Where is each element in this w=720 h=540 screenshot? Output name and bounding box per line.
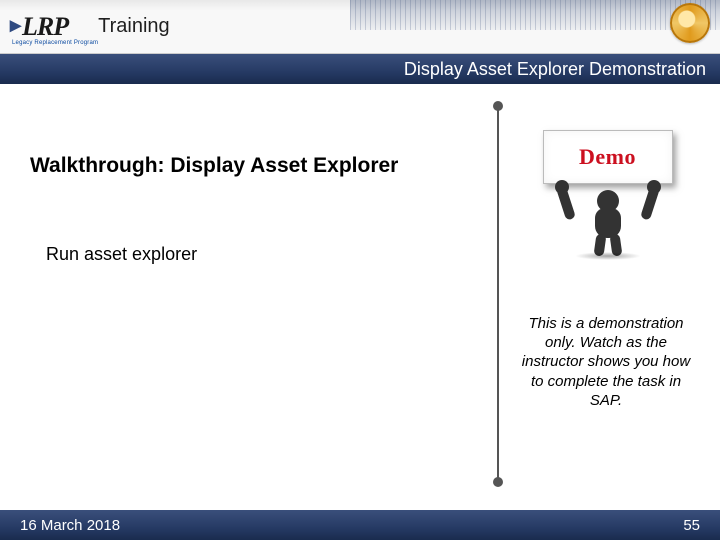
logo-text: LRP [22, 12, 68, 42]
vertical-divider [497, 106, 499, 482]
arrow-icon: ▸ [10, 12, 20, 38]
logo-mark: ▸ LRP [10, 12, 68, 42]
logo: ▸ LRP [0, 12, 68, 42]
walkthrough-heading: Walkthrough: Display Asset Explorer [30, 154, 398, 178]
section-title: Training [98, 15, 170, 38]
seal-icon [670, 3, 710, 43]
body-text: Run asset explorer [46, 244, 197, 265]
figure-icon [543, 186, 673, 258]
subtitle-text: Display Asset Explorer Demonstration [404, 59, 706, 80]
footer-page: 55 [683, 517, 700, 534]
slide-footer: 16 March 2018 55 [0, 510, 720, 540]
footer-date: 16 March 2018 [20, 517, 120, 534]
demo-sign: Demo [543, 130, 673, 184]
slide-body: Walkthrough: Display Asset Explorer Run … [0, 84, 720, 510]
subtitle-band: Display Asset Explorer Demonstration [0, 54, 720, 84]
demo-graphic: Demo [520, 130, 695, 258]
instruction-note: This is a demonstration only. Watch as t… [520, 314, 692, 410]
slide-header: ▸ LRP Legacy Replacement Program Trainin… [0, 0, 720, 54]
logo-subtext: Legacy Replacement Program [12, 40, 98, 46]
